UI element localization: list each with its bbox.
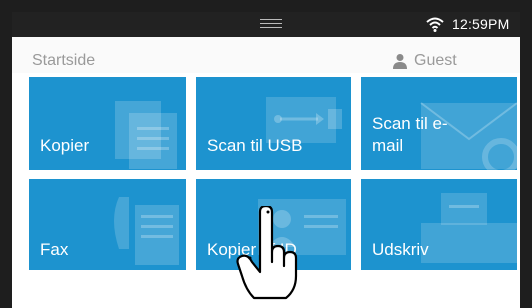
tile-scan-usb[interactable]: Scan til USB	[196, 77, 351, 170]
tile-label: Fax	[40, 240, 69, 259]
tile-label: Udskriv	[372, 240, 429, 259]
tile-partial-right-bottom[interactable]	[527, 179, 532, 270]
tile-partial-right-top[interactable]	[527, 77, 532, 170]
user-icon	[393, 54, 407, 69]
wifi-icon	[426, 17, 444, 32]
status-time: 12:59PM	[452, 16, 510, 32]
user-label[interactable]: Guest	[414, 52, 457, 70]
page-title: Startside	[32, 52, 96, 69]
drag-handle-icon[interactable]	[260, 19, 282, 29]
tile-kopier[interactable]: Kopier	[29, 77, 186, 170]
tile-fax[interactable]: Fax	[29, 179, 186, 270]
tile-scan-email[interactable]: Scan til e- mail	[361, 77, 517, 170]
status-bar: 12:59PM	[12, 12, 520, 37]
tile-label: Scan til e- mail	[372, 114, 448, 155]
tile-label: Scan til USB	[207, 136, 303, 155]
tile-label: Kopier	[40, 136, 90, 155]
pointing-hand-icon	[236, 206, 298, 300]
tile-udskriv[interactable]: Udskriv	[361, 179, 517, 270]
